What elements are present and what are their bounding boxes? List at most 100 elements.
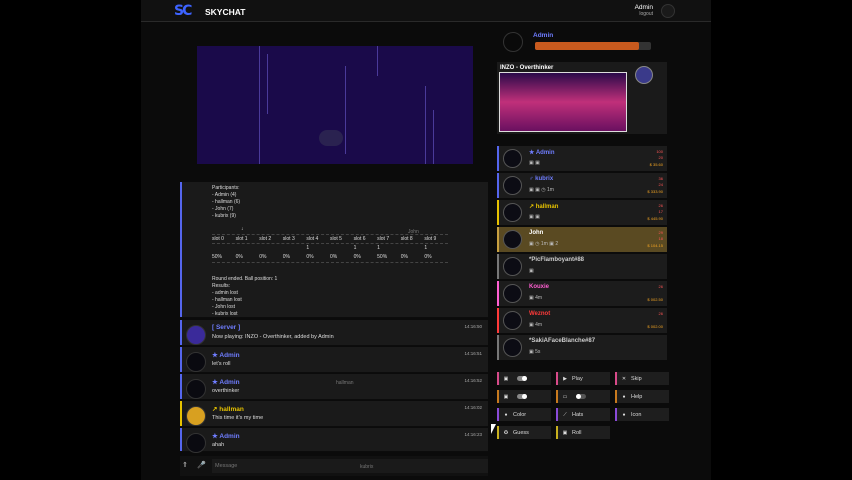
- user-name: John: [529, 230, 544, 236]
- action-label: Icon: [631, 411, 642, 418]
- avatar[interactable]: [186, 379, 206, 399]
- avatar[interactable]: [186, 433, 206, 453]
- message-time: 14:16:52: [464, 378, 482, 383]
- app-window: SC SKYCHAT Admin logout Participants: - …: [141, 0, 711, 480]
- chat-message: [ Server ] Now playing: INZO - Overthink…: [180, 320, 488, 346]
- user-list-item[interactable]: Weznot ▣ 4m 26 $ 002.00: [497, 308, 667, 333]
- action-label: Roll: [572, 429, 582, 436]
- participants-header: Participants:: [212, 185, 240, 191]
- header-avatar[interactable]: [661, 4, 675, 18]
- now-playing-panel: INZO - Overthinker: [497, 62, 667, 134]
- user-money: $ 333.90: [647, 189, 663, 194]
- header-username: Admin: [634, 4, 653, 11]
- action-icon: ●: [622, 393, 626, 400]
- action-label: Guess: [513, 429, 529, 436]
- user-list-item[interactable]: *PicFlamboyant#88 ▣: [497, 254, 667, 279]
- toggle-button[interactable]: ▭: [556, 390, 610, 403]
- user-money: $ 002.00: [647, 324, 663, 329]
- user-list-item[interactable]: John ▣ ◷ 1m ▣ 2 29 18 $ 104.15: [497, 227, 667, 252]
- current-user-avatar[interactable]: [503, 32, 523, 52]
- toggle-button[interactable]: ▣: [497, 390, 551, 403]
- user-avatar[interactable]: [503, 284, 522, 303]
- user-money: $ 002.50: [647, 297, 663, 302]
- avatar[interactable]: [186, 352, 206, 372]
- toggle-switch[interactable]: [576, 394, 586, 399]
- hats-button[interactable]: ⟋ Hats: [556, 408, 610, 421]
- message-text: ahah: [212, 442, 225, 448]
- message-author[interactable]: ★ Admin: [212, 378, 240, 386]
- message-time: 14:16:50: [464, 324, 482, 329]
- chat-message: ↗ hallman This time it's my time 14:16:0…: [180, 401, 488, 427]
- user-name: ♂ kubrix: [529, 176, 554, 182]
- toggle-switch[interactable]: [517, 376, 527, 381]
- user-list-item[interactable]: ★ Admin ▣ ▣ 100 20 $ 35.60: [497, 146, 667, 171]
- typing-indicator: hallman: [336, 380, 354, 386]
- user-avatar[interactable]: [503, 149, 522, 168]
- message-author[interactable]: [ Server ]: [212, 324, 240, 331]
- roll-button[interactable]: ▣ Roll: [556, 426, 610, 439]
- microphone-icon[interactable]: 🎤: [197, 461, 206, 469]
- action-icon: ●: [504, 411, 508, 418]
- now-playing-thumbnail[interactable]: [499, 72, 627, 132]
- game-result-message: Participants: - Admin (4) - hallman (6) …: [180, 182, 488, 318]
- participant-item: - Admin (4): [212, 192, 237, 198]
- user-avatar[interactable]: [503, 230, 522, 249]
- logout-link[interactable]: logout: [631, 11, 653, 17]
- user-list-item[interactable]: ↗ hallman ▣ ▣ 26 17 $ 445.90: [497, 200, 667, 225]
- user-meta: ▣ 4m: [529, 295, 543, 301]
- user-list-item[interactable]: ♂ kubrix ▣ ▣ ◷ 1m 36 24 $ 333.90: [497, 173, 667, 198]
- upload-icon[interactable]: ⇑: [182, 461, 188, 469]
- user-avatar[interactable]: [503, 203, 522, 222]
- action-icon: ▣: [503, 393, 509, 400]
- message-time: 14:16:51: [464, 351, 482, 356]
- user-list-item[interactable]: *SakiAFaceBlanche#87 ▣ 5s: [497, 335, 667, 360]
- now-playing-title: INZO - Overthinker: [500, 65, 554, 71]
- action-label: Color: [513, 411, 527, 418]
- chat-message: ★ Admin overthinker 14:16:52 hallman: [180, 374, 488, 400]
- user-name: *PicFlamboyant#88: [529, 257, 585, 263]
- message-input[interactable]: [212, 459, 488, 473]
- user-stat: 24: [658, 182, 663, 187]
- action-label: Hats: [572, 411, 584, 418]
- user-money: $ 35.60: [649, 162, 663, 167]
- action-icon: ▶: [563, 375, 567, 382]
- icon-button[interactable]: ● Icon: [615, 408, 669, 421]
- results-label: Results:: [212, 283, 231, 289]
- play-button[interactable]: ▶ Play: [556, 372, 610, 385]
- user-avatar[interactable]: [503, 311, 522, 330]
- toggle-switch[interactable]: [517, 394, 527, 399]
- user-meta: ▣ ◷ 1m ▣ 2: [529, 241, 559, 247]
- top-bar: SC SKYCHAT Admin logout: [141, 0, 711, 22]
- action-icon: ▣: [503, 375, 509, 382]
- color-button[interactable]: ● Color: [497, 408, 551, 421]
- result-item: - kubrix lost: [212, 311, 238, 317]
- skip-button[interactable]: ✕ Skip: [615, 372, 669, 385]
- avatar[interactable]: [186, 325, 206, 345]
- action-icon: ⟋: [563, 411, 567, 418]
- action-label: Help: [631, 393, 643, 400]
- user-avatar[interactable]: [503, 257, 522, 276]
- participant-item: - kubrix (9): [212, 213, 236, 219]
- user-meta: ▣ 5s: [529, 349, 541, 355]
- user-name: *SakiAFaceBlanche#87: [529, 338, 596, 344]
- toggle-button[interactable]: ▣: [497, 372, 551, 385]
- message-author[interactable]: ★ Admin: [212, 351, 240, 359]
- user-list-item[interactable]: Kouxie ▣ 4m 26 $ 002.50: [497, 281, 667, 306]
- user-stat: 26: [658, 203, 663, 208]
- message-author[interactable]: ↗ hallman: [212, 405, 244, 413]
- avatar[interactable]: [186, 406, 206, 426]
- user-avatar[interactable]: [503, 338, 522, 357]
- user-meta: ▣ ▣ ◷ 1m: [529, 187, 554, 193]
- xp-progress-bar: [535, 42, 651, 50]
- message-author[interactable]: ★ Admin: [212, 432, 240, 440]
- video-player[interactable]: [197, 46, 473, 164]
- message-text: let's roll: [212, 361, 231, 367]
- user-stat: 26: [658, 311, 663, 316]
- header-user[interactable]: Admin logout: [631, 4, 653, 17]
- help-button[interactable]: ● Help: [615, 390, 669, 403]
- user-name: ★ Admin: [529, 150, 555, 156]
- user-avatar[interactable]: [503, 176, 522, 195]
- now-playing-avatar[interactable]: [635, 66, 653, 84]
- guess-button[interactable]: ✪ Guess: [497, 426, 551, 439]
- action-icon: ●: [622, 411, 626, 418]
